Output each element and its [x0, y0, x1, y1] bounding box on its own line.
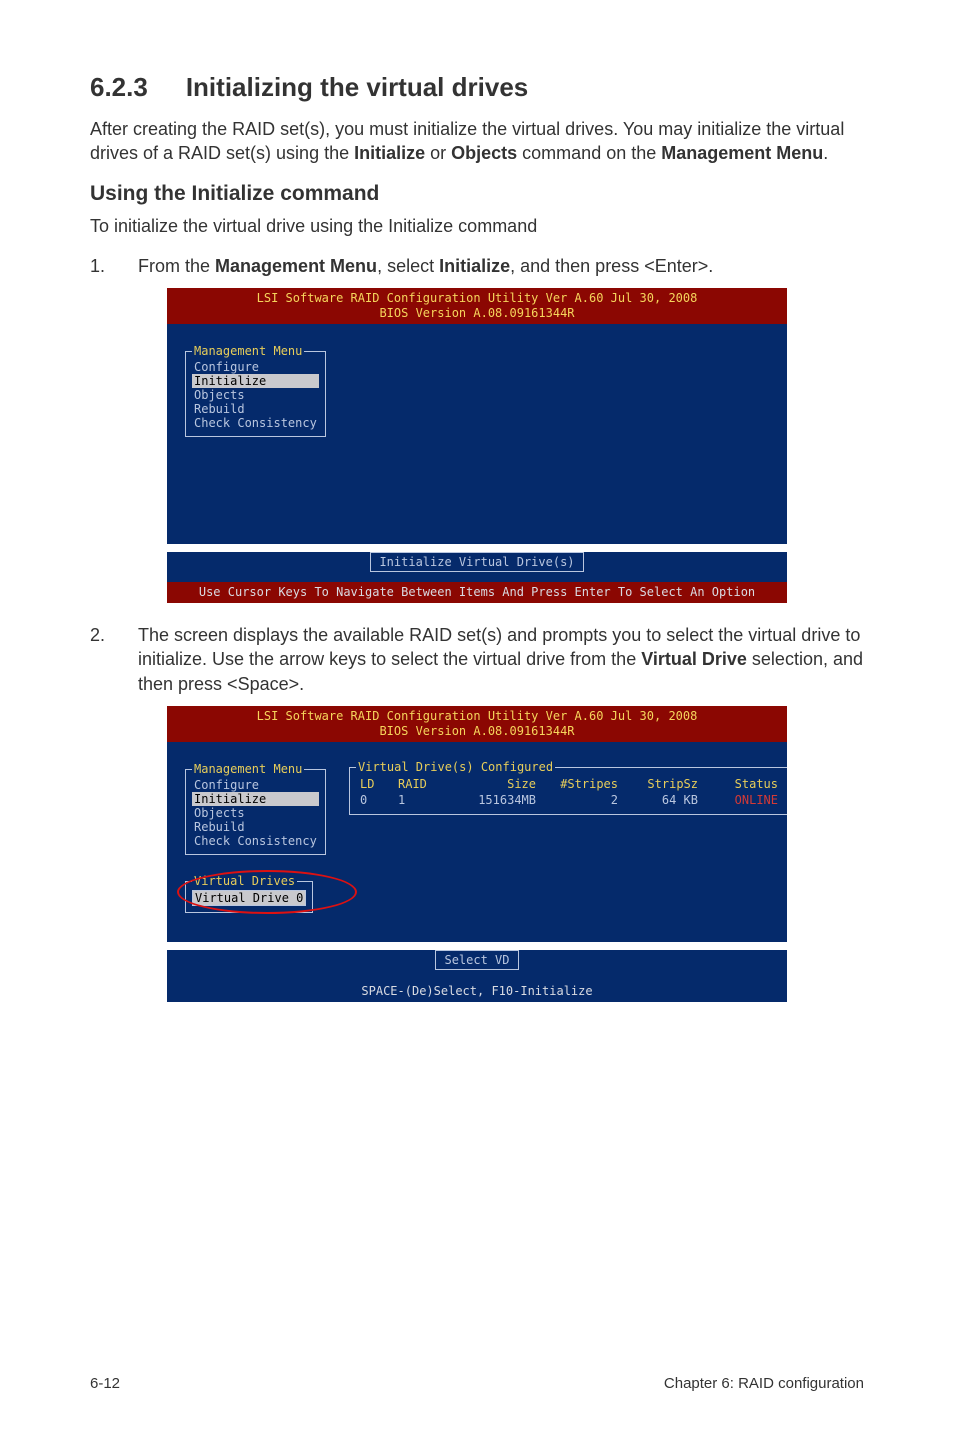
bios2-menu-initialize[interactable]: Initialize: [192, 792, 319, 806]
intro-end: .: [823, 143, 828, 163]
bios2-statusbar: SPACE-(De)Select, F10-Initialize: [167, 980, 787, 1002]
bios2-management-menu: Management Menu Configure Initialize Obj…: [185, 762, 326, 855]
bios2-virtual-drives-box: Virtual Drives Virtual Drive 0: [185, 874, 313, 913]
bios1-titlebar: LSI Software RAID Configuration Utility …: [167, 288, 787, 324]
bios2-select-vd-label: Select VD: [442, 953, 511, 967]
bios-screenshot-1: LSI Software RAID Configuration Utility …: [167, 288, 787, 603]
bios2-title-line1: LSI Software RAID Configuration Utility …: [171, 709, 783, 724]
step-1-cmd: Initialize: [439, 256, 510, 276]
sub-intro: To initialize the virtual drive using th…: [90, 214, 864, 238]
bios2-menu-objects[interactable]: Objects: [192, 806, 319, 820]
bios2-menu-rebuild[interactable]: Rebuild: [192, 820, 319, 834]
step-1-mid: , select: [377, 256, 439, 276]
intro-post: command on the: [517, 143, 661, 163]
step-1-menu: Management Menu: [215, 256, 377, 276]
bios2-vd-table: Virtual Drive(s) Configured LD RAID Size…: [349, 760, 787, 815]
bios-screenshot-2: LSI Software RAID Configuration Utility …: [167, 706, 787, 1002]
bios2-select-vd-box: Select VD: [435, 950, 518, 970]
bios1-init-label: Initialize Virtual Drive(s): [377, 555, 576, 569]
bios1-init-box: Initialize Virtual Drive(s): [370, 552, 583, 572]
step-1: 1. From the Management Menu, select Init…: [90, 254, 864, 278]
bios2-titlebar: LSI Software RAID Configuration Utility …: [167, 706, 787, 742]
bios1-statusbar: Use Cursor Keys To Navigate Between Item…: [167, 582, 787, 603]
page-footer: 6-12 Chapter 6: RAID configuration: [90, 1375, 864, 1392]
bios2-mgmt-legend: Management Menu: [192, 762, 304, 776]
bios2-vd-legend: Virtual Drives: [192, 874, 297, 888]
bios2-menu-configure[interactable]: Configure: [192, 778, 319, 792]
bios2-title-line2: BIOS Version A.08.09161344R: [171, 724, 783, 739]
bios2-vd-item-0[interactable]: Virtual Drive 0: [192, 890, 306, 906]
section-heading: 6.2.3 Initializing the virtual drives: [90, 72, 864, 103]
row-status: ONLINE: [702, 792, 782, 808]
bios1-menu-check[interactable]: Check Consistency: [192, 416, 319, 430]
step-1-text: From the Management Menu, select Initial…: [138, 254, 713, 278]
step-2-text: The screen displays the available RAID s…: [138, 623, 864, 696]
hdr-stripes: #Stripes: [540, 776, 622, 792]
hdr-size: Size: [448, 776, 540, 792]
step-1-pre: From the: [138, 256, 215, 276]
step-2-number: 2.: [90, 623, 110, 696]
bios1-title-line2: BIOS Version A.08.09161344R: [171, 306, 783, 321]
step-2-cmd: Virtual Drive: [641, 649, 747, 669]
intro-cmd-objects: Objects: [451, 143, 517, 163]
bios2-menu-check[interactable]: Check Consistency: [192, 834, 319, 848]
step-2: 2. The screen displays the available RAI…: [90, 623, 864, 696]
bios1-title-line1: LSI Software RAID Configuration Utility …: [171, 291, 783, 306]
bios1-menu-objects[interactable]: Objects: [192, 388, 319, 402]
step-1-number: 1.: [90, 254, 110, 278]
step-1-post: , and then press <Enter>.: [510, 256, 713, 276]
intro-mid: or: [425, 143, 451, 163]
intro-paragraph: After creating the RAID set(s), you must…: [90, 117, 864, 166]
intro-cmd-initialize: Initialize: [354, 143, 425, 163]
footer-page-number: 6-12: [90, 1375, 120, 1392]
bios1-menu-initialize[interactable]: Initialize: [192, 374, 319, 388]
hdr-stripsz: StripSz: [622, 776, 702, 792]
bios1-mgmt-legend: Management Menu: [192, 344, 304, 358]
row-stripsz: 64 KB: [622, 792, 702, 808]
bios1-menu-configure[interactable]: Configure: [192, 360, 319, 374]
bios1-menu-rebuild[interactable]: Rebuild: [192, 402, 319, 416]
row-ld: 0: [356, 792, 394, 808]
hdr-raid: RAID: [394, 776, 448, 792]
sub-heading: Using the Initialize command: [90, 182, 864, 206]
section-title: Initializing the virtual drives: [186, 72, 528, 102]
hdr-status: Status: [702, 776, 782, 792]
bios1-management-menu: Management Menu Configure Initialize Obj…: [185, 344, 326, 437]
row-raid: 1: [394, 792, 448, 808]
bios2-table-legend: Virtual Drive(s) Configured: [356, 760, 555, 774]
intro-menu: Management Menu: [661, 143, 823, 163]
row-size: 151634MB: [448, 792, 540, 808]
footer-chapter: Chapter 6: RAID configuration: [664, 1375, 864, 1392]
bios2-table-row: 0 1 151634MB 2 64 KB ONLINE: [356, 792, 782, 808]
section-number: 6.2.3: [90, 72, 148, 103]
hdr-ld: LD: [356, 776, 394, 792]
bios2-table-header: LD RAID Size #Stripes StripSz Status: [356, 776, 782, 792]
row-stripes: 2: [540, 792, 622, 808]
